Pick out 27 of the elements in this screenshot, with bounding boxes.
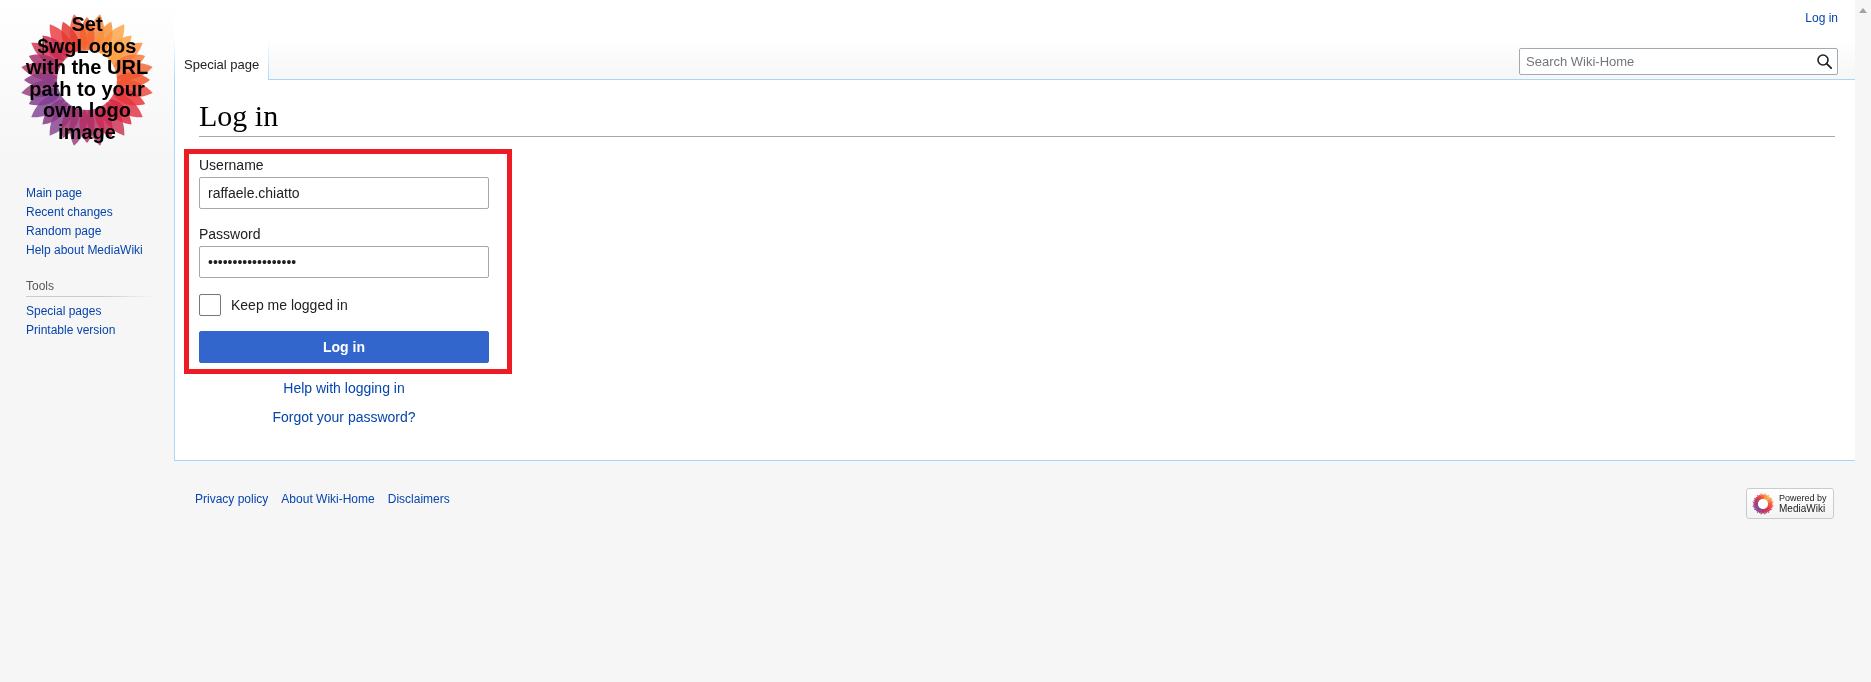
log-in-link[interactable]: Log in	[1805, 9, 1838, 40]
sidebar-section-heading: Tools	[26, 278, 54, 295]
search-field[interactable]: Search Wiki-Home	[1519, 48, 1838, 75]
powered-by-mediawiki-badge[interactable]: Powered by MediaWiki	[1746, 488, 1834, 519]
sidebar-link[interactable]: Random page	[26, 222, 102, 241]
username-label: Username	[199, 157, 264, 174]
footer-link[interactable]: Disclaimers	[387, 491, 450, 508]
sidebar-link[interactable]: Help about MediaWiki	[26, 241, 143, 260]
username-field[interactable]: raffaele.chiatto	[199, 177, 489, 209]
scroll-up-arrow-icon[interactable]	[1859, 8, 1867, 13]
sidebar-link[interactable]: Recent changes	[26, 203, 113, 222]
flower-icon	[1752, 492, 1774, 515]
footer-link[interactable]: About Wiki-Home	[281, 491, 375, 508]
footer-link[interactable]: Privacy policy	[195, 491, 269, 508]
log-in-button[interactable]: Log in	[199, 331, 489, 363]
help-link[interactable]: Help with logging in	[283, 380, 405, 397]
search-icon[interactable]	[1817, 54, 1832, 69]
sidebar-link[interactable]: Special pages	[26, 302, 102, 321]
sidebar-link[interactable]: Main page	[26, 184, 83, 203]
keep-logged-in-checkbox[interactable]	[199, 294, 221, 316]
page-tab[interactable]: Special page	[174, 40, 270, 80]
page-title: Log in	[199, 96, 1835, 137]
help-link[interactable]: Forgot your password?	[272, 409, 416, 426]
password-label: Password	[199, 226, 261, 243]
password-field[interactable]: ••••••••••••••••••	[199, 246, 489, 278]
sidebar-link[interactable]: Printable version	[26, 321, 116, 340]
keep-logged-in-label: Keep me logged in	[231, 296, 348, 314]
